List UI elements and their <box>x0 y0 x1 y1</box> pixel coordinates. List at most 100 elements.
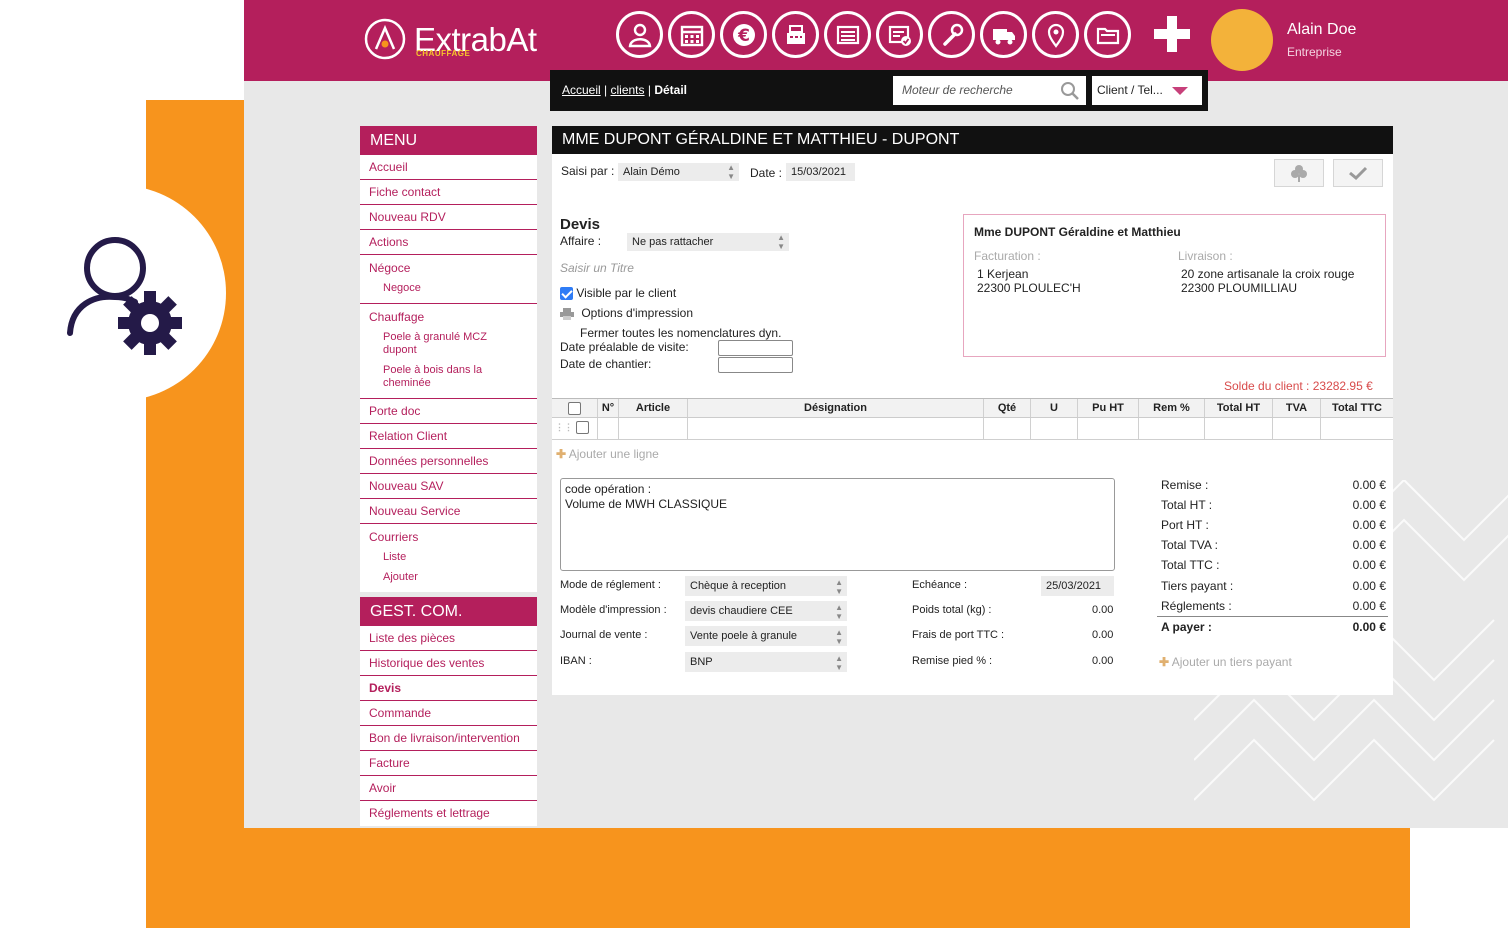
wrench-icon[interactable] <box>928 11 975 58</box>
sidebar-item-commande[interactable]: Commande <box>360 701 537 726</box>
total-tva: Total TVA : 0.00 € <box>1161 538 1386 552</box>
weight-value: 0.00 <box>1092 604 1114 616</box>
cash-register-icon[interactable] <box>772 11 819 58</box>
cell-unit[interactable] <box>1031 418 1078 439</box>
total-label: Total TTC : <box>1161 558 1220 572</box>
payment-mode-select[interactable]: Chèque à reception ▲ ▼ <box>685 576 847 596</box>
app-window: ExtrabAt CHAUFFAGE € Alain Doe Entrepris… <box>244 0 1508 828</box>
stepper-icon: ▲ ▼ <box>835 603 843 621</box>
sidebar-subitem-ajouter[interactable]: Ajouter <box>360 568 537 588</box>
user-name[interactable]: Alain Doe <box>1287 21 1356 39</box>
visit-date-input[interactable] <box>718 340 793 356</box>
col-tva: TVA <box>1273 399 1321 417</box>
affaire-select[interactable]: Ne pas rattacher ▲ ▼ <box>627 233 789 251</box>
cell-qty[interactable] <box>984 418 1031 439</box>
sidebar-item-fiche-contact[interactable]: Fiche contact <box>360 180 537 205</box>
breadcrumb-separator: | <box>604 83 608 97</box>
visible-client-label: Visible par le client <box>576 286 677 300</box>
plus-icon[interactable] <box>1152 14 1192 54</box>
sidebar-item-donnees-personnelles[interactable]: Données personnelles <box>360 449 537 474</box>
sidebar-item-nouveau-service[interactable]: Nouveau Service <box>360 499 537 524</box>
sidebar-menu: MENU Accueil Fiche contact Nouveau RDV A… <box>360 126 537 592</box>
breadcrumb-home[interactable]: Accueil <box>562 83 601 97</box>
feature-badge <box>20 185 226 401</box>
sidebar-item-facture[interactable]: Facture <box>360 751 537 776</box>
sidebar-item-negoce[interactable]: Négoce <box>360 259 537 279</box>
notes-line1: code opération : <box>565 482 652 496</box>
select-all-checkbox[interactable] <box>568 401 581 415</box>
euro-icon[interactable]: € <box>720 11 767 58</box>
sidebar-item-liste-pieces[interactable]: Liste des pièces <box>360 626 537 651</box>
validate-button[interactable] <box>1333 159 1383 187</box>
sidebar-item-devis[interactable]: Devis <box>360 676 537 701</box>
sidebar-item-historique-ventes[interactable]: Historique des ventes <box>360 651 537 676</box>
cell-remise[interactable] <box>1139 418 1205 439</box>
sidebar-subitem-liste[interactable]: Liste <box>360 548 537 568</box>
add-line-button[interactable]: ✚ Ajouter une ligne <box>556 447 659 461</box>
cell-tva[interactable] <box>1273 418 1321 439</box>
print-model-select[interactable]: devis chaudiere CEE ▲ ▼ <box>685 601 847 621</box>
sidebar-item-relation-client[interactable]: Relation Client <box>360 424 537 449</box>
sidebar-subitem-poele-granule[interactable]: Poele à granulé MCZ dupont <box>360 328 537 361</box>
cell-pu-ht[interactable] <box>1078 418 1139 439</box>
sidebar-item-avoir[interactable]: Avoir <box>360 776 537 801</box>
sales-journal-select[interactable]: Vente poele à granule ▲ ▼ <box>685 626 847 646</box>
logo-subtext: CHAUFFAGE <box>416 49 471 58</box>
search-placeholder: Moteur de recherche <box>902 83 1013 97</box>
total-value: 0.00 € <box>1352 538 1386 552</box>
top-bar: ExtrabAt CHAUFFAGE € Alain Doe Entrepris… <box>244 0 1508 81</box>
breadcrumb-clients[interactable]: clients <box>611 83 645 97</box>
cell-total-ttc[interactable] <box>1321 418 1393 439</box>
search-input[interactable]: Moteur de recherche <box>893 76 1086 105</box>
cell-total-ht[interactable] <box>1205 418 1273 439</box>
sidebar-item-nouveau-sav[interactable]: Nouveau SAV <box>360 474 537 499</box>
search-scope-select[interactable]: Client / Tel... <box>1092 76 1202 105</box>
sidebar-item-actions[interactable]: Actions <box>360 230 537 255</box>
notes-textarea[interactable]: code opération : Volume de MWH CLASSIQUE <box>560 478 1115 571</box>
sheet-icon[interactable] <box>824 11 871 58</box>
calendar-icon[interactable] <box>668 11 715 58</box>
sidebar-subitem-poele-bois[interactable]: Poele à bois dans la cheminée <box>360 361 537 394</box>
sidebar-item-bon-livraison[interactable]: Bon de livraison/intervention <box>360 726 537 751</box>
site-date-input[interactable] <box>718 357 793 373</box>
sidebar-item-chauffage[interactable]: Chauffage <box>360 308 537 328</box>
sidebar-subitem-negoce[interactable]: Negoce <box>360 279 537 299</box>
total-reglements: Réglements : 0.00 € <box>1161 599 1386 613</box>
cell-article[interactable] <box>619 418 688 439</box>
menu-title: MENU <box>360 126 537 155</box>
date-field[interactable]: 15/03/2021 <box>786 163 855 181</box>
title-input[interactable]: Saisir un Titre <box>560 261 634 275</box>
checklist-icon[interactable] <box>876 11 923 58</box>
location-pin-icon[interactable] <box>1032 11 1079 58</box>
drag-handle-icon[interactable]: ⋮⋮ <box>555 422 573 432</box>
saisi-par-label: Saisi par : <box>561 164 615 178</box>
due-date-field[interactable]: 25/03/2021 <box>1041 576 1114 596</box>
app-logo[interactable]: ExtrabAt CHAUFFAGE <box>364 16 537 62</box>
sidebar-item-reglements[interactable]: Réglements et lettrage <box>360 801 537 826</box>
client-icon[interactable] <box>616 11 663 58</box>
sidebar-item-nouveau-rdv[interactable]: Nouveau RDV <box>360 205 537 230</box>
cell-num[interactable] <box>598 418 619 439</box>
truck-icon[interactable] <box>980 11 1027 58</box>
checkbox-checked-icon[interactable] <box>560 287 573 301</box>
row-checkbox[interactable] <box>576 420 590 434</box>
billing-line2: 22300 PLOULEC'H <box>977 281 1081 295</box>
avatar[interactable] <box>1211 9 1273 71</box>
sidebar-item-porte-doc[interactable]: Porte doc <box>360 399 537 424</box>
sidebar-gestcom: GEST. COM. Liste des pièces Historique d… <box>360 597 537 826</box>
add-third-party-button[interactable]: ✚ Ajouter un tiers payant <box>1159 655 1292 669</box>
sidebar-item-courriers[interactable]: Courriers <box>360 528 537 548</box>
print-options[interactable]: Options d'impression <box>560 306 693 320</box>
iban-select[interactable]: BNP ▲ ▼ <box>685 652 847 672</box>
sidebar-item-accueil[interactable]: Accueil <box>360 155 537 180</box>
folders-icon[interactable] <box>1084 11 1131 58</box>
saisi-par-select[interactable]: Alain Démo ▲ ▼ <box>618 163 739 181</box>
iban-label: IBAN : <box>560 655 592 667</box>
cell-designation[interactable] <box>688 418 984 439</box>
delivery-line1: 20 zone artisanale la croix rouge <box>1181 267 1355 281</box>
visible-client-checkbox[interactable]: Visible par le client <box>560 286 677 301</box>
clover-icon <box>1291 165 1307 182</box>
close-nomenclatures-link[interactable]: Fermer toutes les nomenclatures dyn. <box>580 326 781 340</box>
clover-button[interactable] <box>1274 159 1324 187</box>
search-icon[interactable] <box>1060 81 1080 101</box>
